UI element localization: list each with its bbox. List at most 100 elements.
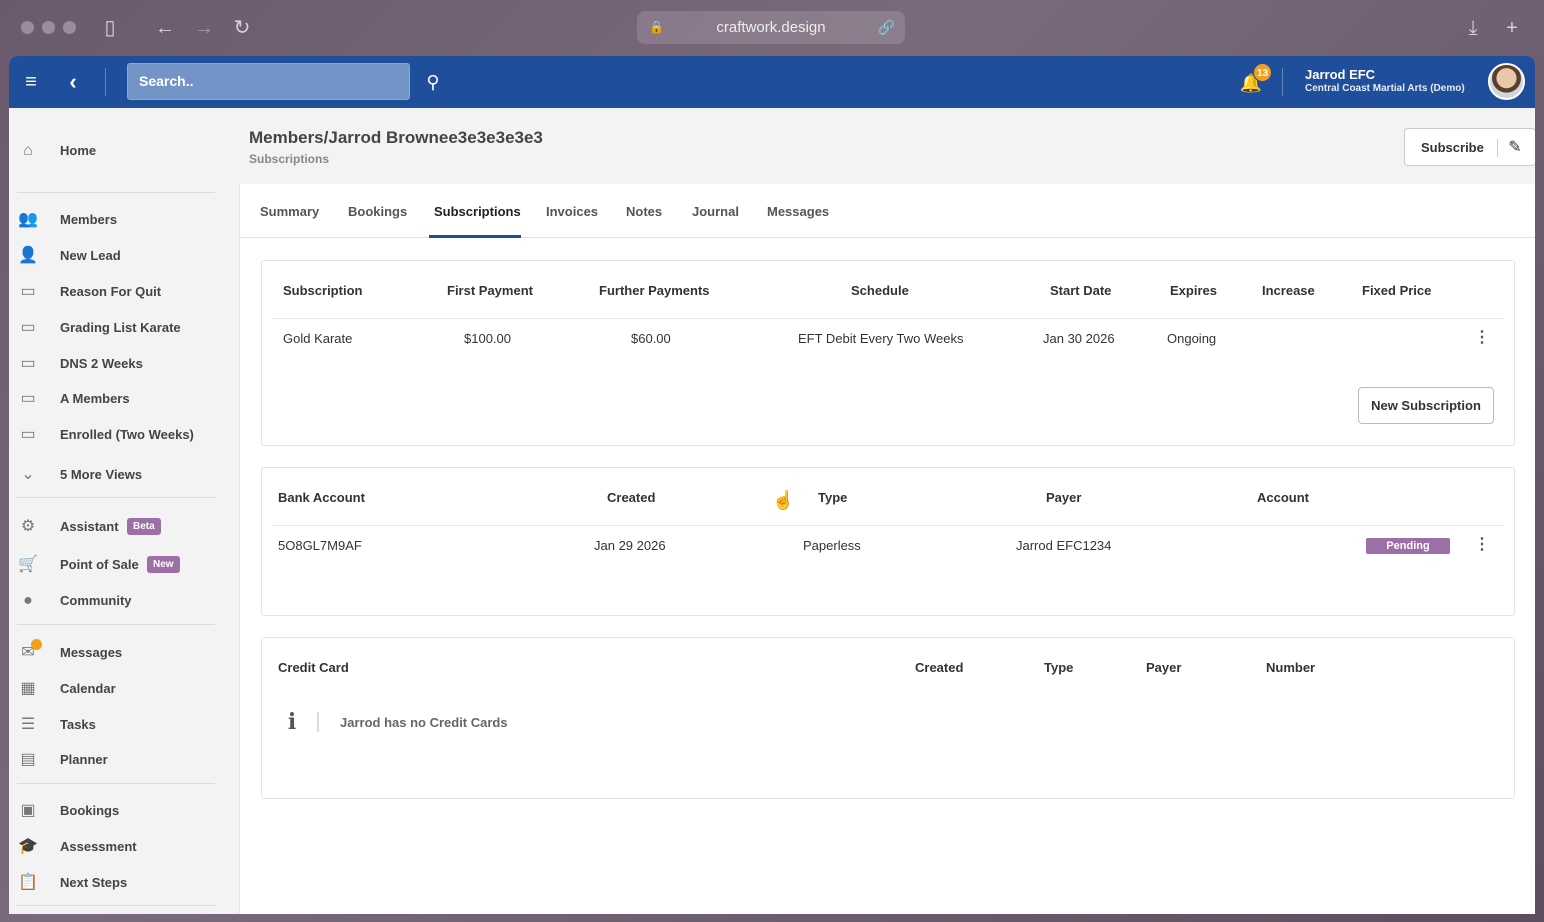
- link-icon[interactable]: 🔗: [878, 11, 895, 44]
- main-content: Summary Bookings Subscriptions Invoices …: [239, 184, 1535, 914]
- cart-icon: 🛒: [18, 556, 38, 573]
- forward-arrow-icon[interactable]: →: [190, 14, 218, 42]
- empty-state-message: Jarrod has no Credit Cards: [340, 715, 508, 730]
- active-tab-indicator: [429, 235, 521, 238]
- column-header: Further Payments: [599, 283, 710, 298]
- tab-journal[interactable]: Journal: [692, 204, 739, 219]
- column-header: Increase: [1262, 283, 1315, 298]
- search-input[interactable]: Search..: [127, 63, 410, 100]
- search-icon[interactable]: ⚲: [421, 68, 445, 96]
- tab-invoices[interactable]: Invoices: [546, 204, 598, 219]
- column-header: Expires: [1170, 283, 1217, 298]
- folder-icon: ▭: [20, 283, 36, 300]
- sidebar-item-label: Assessment: [60, 839, 137, 854]
- new-badge: New: [147, 556, 180, 573]
- sidebar-item-label: Planner: [60, 752, 108, 767]
- graduation-cap-icon: 🎓: [18, 838, 38, 855]
- sidebar-item-label: Home: [60, 143, 97, 158]
- address-bar[interactable]: 🔒 craftwork.design 🔗: [637, 11, 905, 44]
- column-header: Account: [1257, 490, 1309, 505]
- subscribe-label: Subscribe: [1421, 140, 1484, 155]
- sidebar-item-label: Members: [60, 212, 118, 227]
- edit-icon[interactable]: ✎: [1503, 136, 1527, 160]
- status-badge: Pending: [1366, 538, 1450, 554]
- sidebar-item-new-lead[interactable]: 👤 New Lead: [9, 239, 239, 273]
- sidebar-toggle-icon[interactable]: ▯: [96, 14, 124, 42]
- folder-icon: ▭: [20, 390, 36, 407]
- community-icon: ●: [23, 592, 33, 609]
- sidebar-item-next-steps[interactable]: 📋 Next Steps: [9, 866, 239, 900]
- subscriptions-card: Subscription First Payment Further Payme…: [261, 260, 1515, 446]
- window-close-button[interactable]: [21, 21, 34, 34]
- bank-account-id: 5O8GL7M9AF: [278, 538, 362, 553]
- clipboard-icon: 📋: [18, 874, 38, 891]
- tab-summary[interactable]: Summary: [260, 204, 319, 219]
- sidebar-item-point-of-sale[interactable]: 🛒 Point of Sale New: [9, 548, 239, 582]
- user-name[interactable]: Jarrod EFC: [1305, 67, 1375, 82]
- chevron-left-icon[interactable]: ‹: [61, 68, 85, 96]
- subscribe-button[interactable]: Subscribe ✎: [1404, 128, 1535, 166]
- download-icon[interactable]: ⤓: [1459, 14, 1487, 42]
- row-divider: [272, 525, 1504, 526]
- sidebar-item-label: Next Steps: [60, 875, 128, 890]
- sidebar-item-planner[interactable]: ▤ Planner: [9, 743, 239, 777]
- new-subscription-button[interactable]: New Subscription: [1358, 387, 1494, 424]
- info-icon: i: [287, 709, 297, 735]
- column-header: Fixed Price: [1362, 283, 1432, 298]
- tab-bookings[interactable]: Bookings: [348, 204, 407, 219]
- window-zoom-button[interactable]: [63, 21, 76, 34]
- sidebar-item-enrolled-two-weeks[interactable]: ▭ Enrolled (Two Weeks): [9, 418, 239, 452]
- sidebar-item-label: Reason For Quit: [60, 284, 162, 299]
- sidebar-item-label: A Members: [60, 391, 130, 406]
- sidebar-item-messages[interactable]: ✉ Messages: [9, 636, 239, 670]
- schedule: EFT Debit Every Two Weeks: [798, 331, 964, 346]
- column-header: Created: [915, 660, 964, 675]
- hand-cursor-icon: ☝: [772, 490, 795, 510]
- tab-notes[interactable]: Notes: [626, 204, 662, 219]
- column-header: Type: [818, 490, 848, 505]
- browser-chrome: ▯ ← → ↻ 🔒 craftwork.design 🔗 ⤓ +: [0, 0, 1544, 56]
- sidebar-item-community[interactable]: ● Community: [9, 584, 239, 618]
- more-options-icon[interactable]: ⋮: [1474, 535, 1490, 555]
- avatar[interactable]: [1488, 63, 1525, 100]
- column-header: Number: [1266, 660, 1316, 675]
- sidebar-item-dns-2-weeks[interactable]: ▭ DNS 2 Weeks: [9, 347, 239, 381]
- credit-card-card: Credit Card Created Type Payer Number i …: [261, 637, 1515, 799]
- tab-bar: Summary Bookings Subscriptions Invoices …: [240, 184, 1535, 238]
- window-minimize-button[interactable]: [42, 21, 55, 34]
- sidebar-item-label: Assistant: [60, 519, 119, 534]
- sidebar-divider: [17, 905, 215, 906]
- sidebar-item-label: Community: [60, 593, 132, 608]
- column-header: Type: [1044, 660, 1074, 675]
- sidebar-item-assistant[interactable]: ⚙ Assistant Beta: [9, 510, 239, 544]
- column-header: Start Date: [1050, 283, 1112, 298]
- bookings-icon: ▣: [20, 802, 36, 819]
- reload-icon[interactable]: ↻: [228, 14, 256, 42]
- sidebar-divider: [17, 783, 215, 784]
- new-tab-icon[interactable]: +: [1498, 14, 1526, 42]
- sidebar-item-assessment[interactable]: 🎓 Assessment: [9, 830, 239, 864]
- sidebar-item-calendar[interactable]: ▦ Calendar: [9, 672, 239, 706]
- sidebar-item-home[interactable]: ⌂ Home: [9, 134, 239, 168]
- sidebar-item-more-views[interactable]: ⌄ 5 More Views: [9, 458, 239, 492]
- sidebar-item-reason-for-quit[interactable]: ▭ Reason For Quit: [9, 275, 239, 309]
- sidebar-item-a-members[interactable]: ▭ A Members: [9, 382, 239, 416]
- sidebar-item-bookings[interactable]: ▣ Bookings: [9, 794, 239, 828]
- sidebar-item-label: Point of Sale: [60, 557, 139, 572]
- sidebar-item-label: Grading List Karate: [60, 320, 181, 335]
- more-options-icon[interactable]: ⋮: [1474, 328, 1490, 348]
- row-divider: [272, 318, 1504, 319]
- tab-subscriptions[interactable]: Subscriptions: [434, 204, 521, 219]
- sidebar-item-label: Messages: [60, 645, 123, 660]
- back-arrow-icon[interactable]: ←: [151, 14, 179, 42]
- sidebar-item-label: New Lead: [60, 248, 121, 263]
- sidebar-item-members[interactable]: 👥 Members: [9, 203, 239, 237]
- tab-messages[interactable]: Messages: [767, 204, 829, 219]
- folder-icon: ▭: [20, 355, 36, 372]
- sidebar-item-tasks[interactable]: ☰ Tasks: [9, 708, 239, 742]
- hamburger-menu-icon[interactable]: ≡: [17, 68, 45, 96]
- sidebar-item-grading-list-karate[interactable]: ▭ Grading List Karate: [9, 311, 239, 345]
- page-subtitle: Subscriptions: [249, 152, 330, 166]
- chevron-down-icon: ⌄: [21, 466, 35, 483]
- folder-icon: ▭: [20, 319, 36, 336]
